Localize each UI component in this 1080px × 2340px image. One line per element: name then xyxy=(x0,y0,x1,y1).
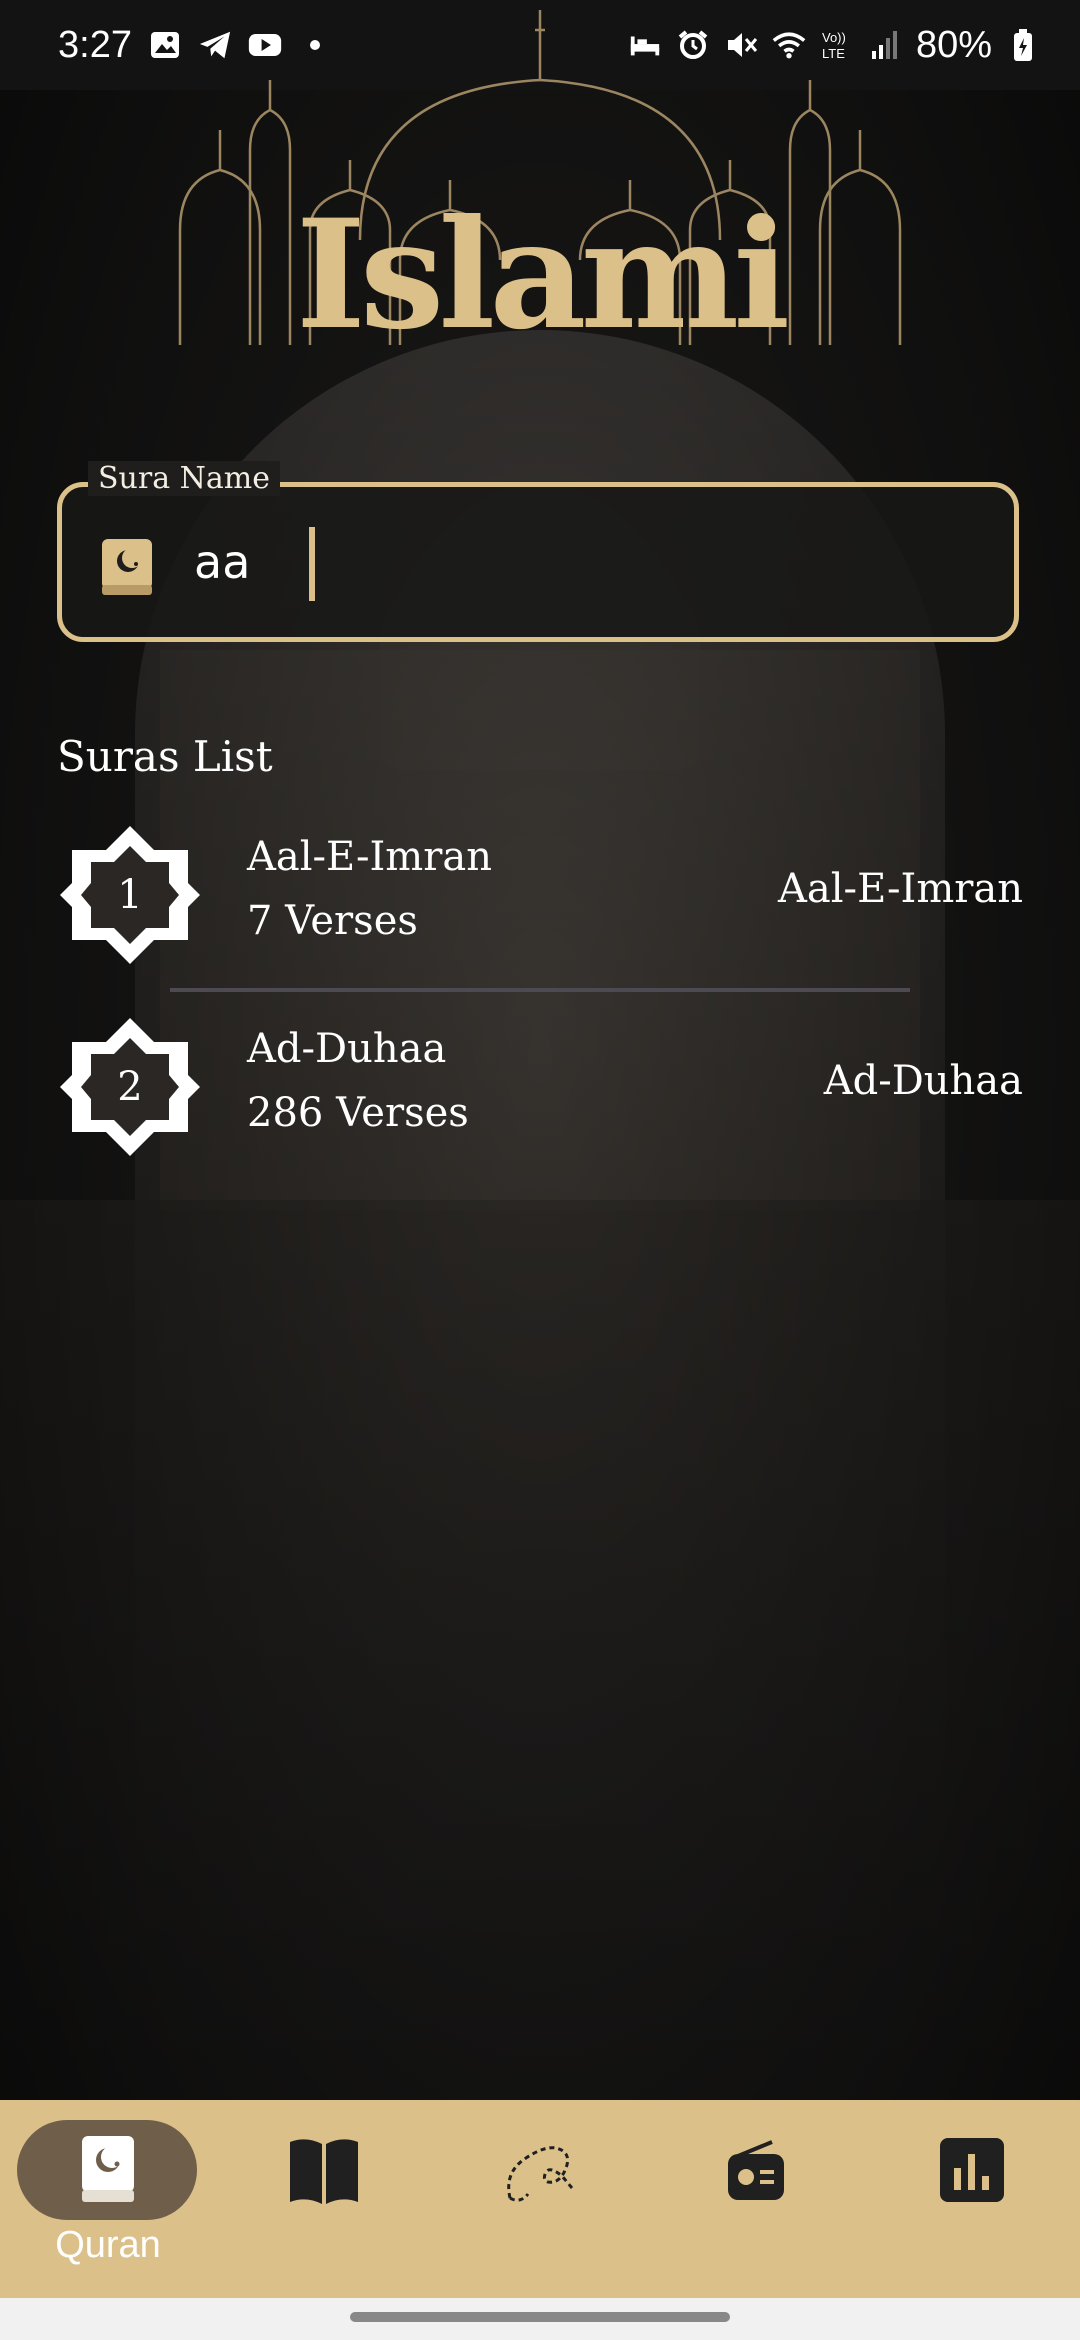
time-chart-icon xyxy=(940,2138,1004,2202)
status-time: 3:27 xyxy=(58,23,132,66)
sura-list-item[interactable]: 1 Aal-E-Imran 7 Verses Aal-E-Imran xyxy=(57,822,1023,972)
nav-item-sebha[interactable] xyxy=(432,2100,648,2298)
nav-item-hadith[interactable] xyxy=(216,2100,432,2298)
nav-item-time[interactable] xyxy=(864,2100,1080,2298)
sebha-icon xyxy=(507,2146,574,2202)
quran-icon xyxy=(82,2136,134,2202)
nav-item-quran[interactable]: Quran xyxy=(0,2100,216,2298)
sura-name-arabic: Aal-E-Imran xyxy=(778,866,1023,912)
home-indicator[interactable] xyxy=(350,2312,730,2322)
hadith-book-icon xyxy=(290,2139,358,2204)
app-logo: Islami xyxy=(295,187,791,363)
nav-label-quran: Quran xyxy=(55,2224,161,2266)
sura-number: 1 xyxy=(117,872,143,918)
sura-verses-count: 7 Verses xyxy=(247,898,418,944)
text-cursor xyxy=(309,527,315,601)
sura-list-item[interactable]: 2 Ad-Duhaa 286 Verses Ad-Duhaa xyxy=(57,1014,1023,1164)
sura-name-arabic: Ad-Duhaa xyxy=(823,1058,1023,1104)
nav-item-radio[interactable] xyxy=(648,2100,864,2298)
gesture-bar xyxy=(0,2298,1080,2340)
sura-name-english: Aal-E-Imran xyxy=(247,834,492,880)
radio-icon xyxy=(728,2140,784,2200)
bottom-navigation-bar: Quran xyxy=(0,2100,1080,2298)
search-field-label: Sura Name xyxy=(88,461,280,496)
sura-name-search-field[interactable]: Sura Name aa xyxy=(57,461,1019,642)
battery-icon xyxy=(1006,28,1040,62)
quran-book-icon xyxy=(100,537,156,597)
search-input-value[interactable]: aa xyxy=(194,535,250,589)
sura-verses-count: 286 Verses xyxy=(247,1090,469,1136)
sura-name-english: Ad-Duhaa xyxy=(247,1026,447,1072)
sura-number: 2 xyxy=(117,1064,143,1110)
list-divider xyxy=(170,988,910,992)
suras-list-title: Suras List xyxy=(57,732,273,781)
